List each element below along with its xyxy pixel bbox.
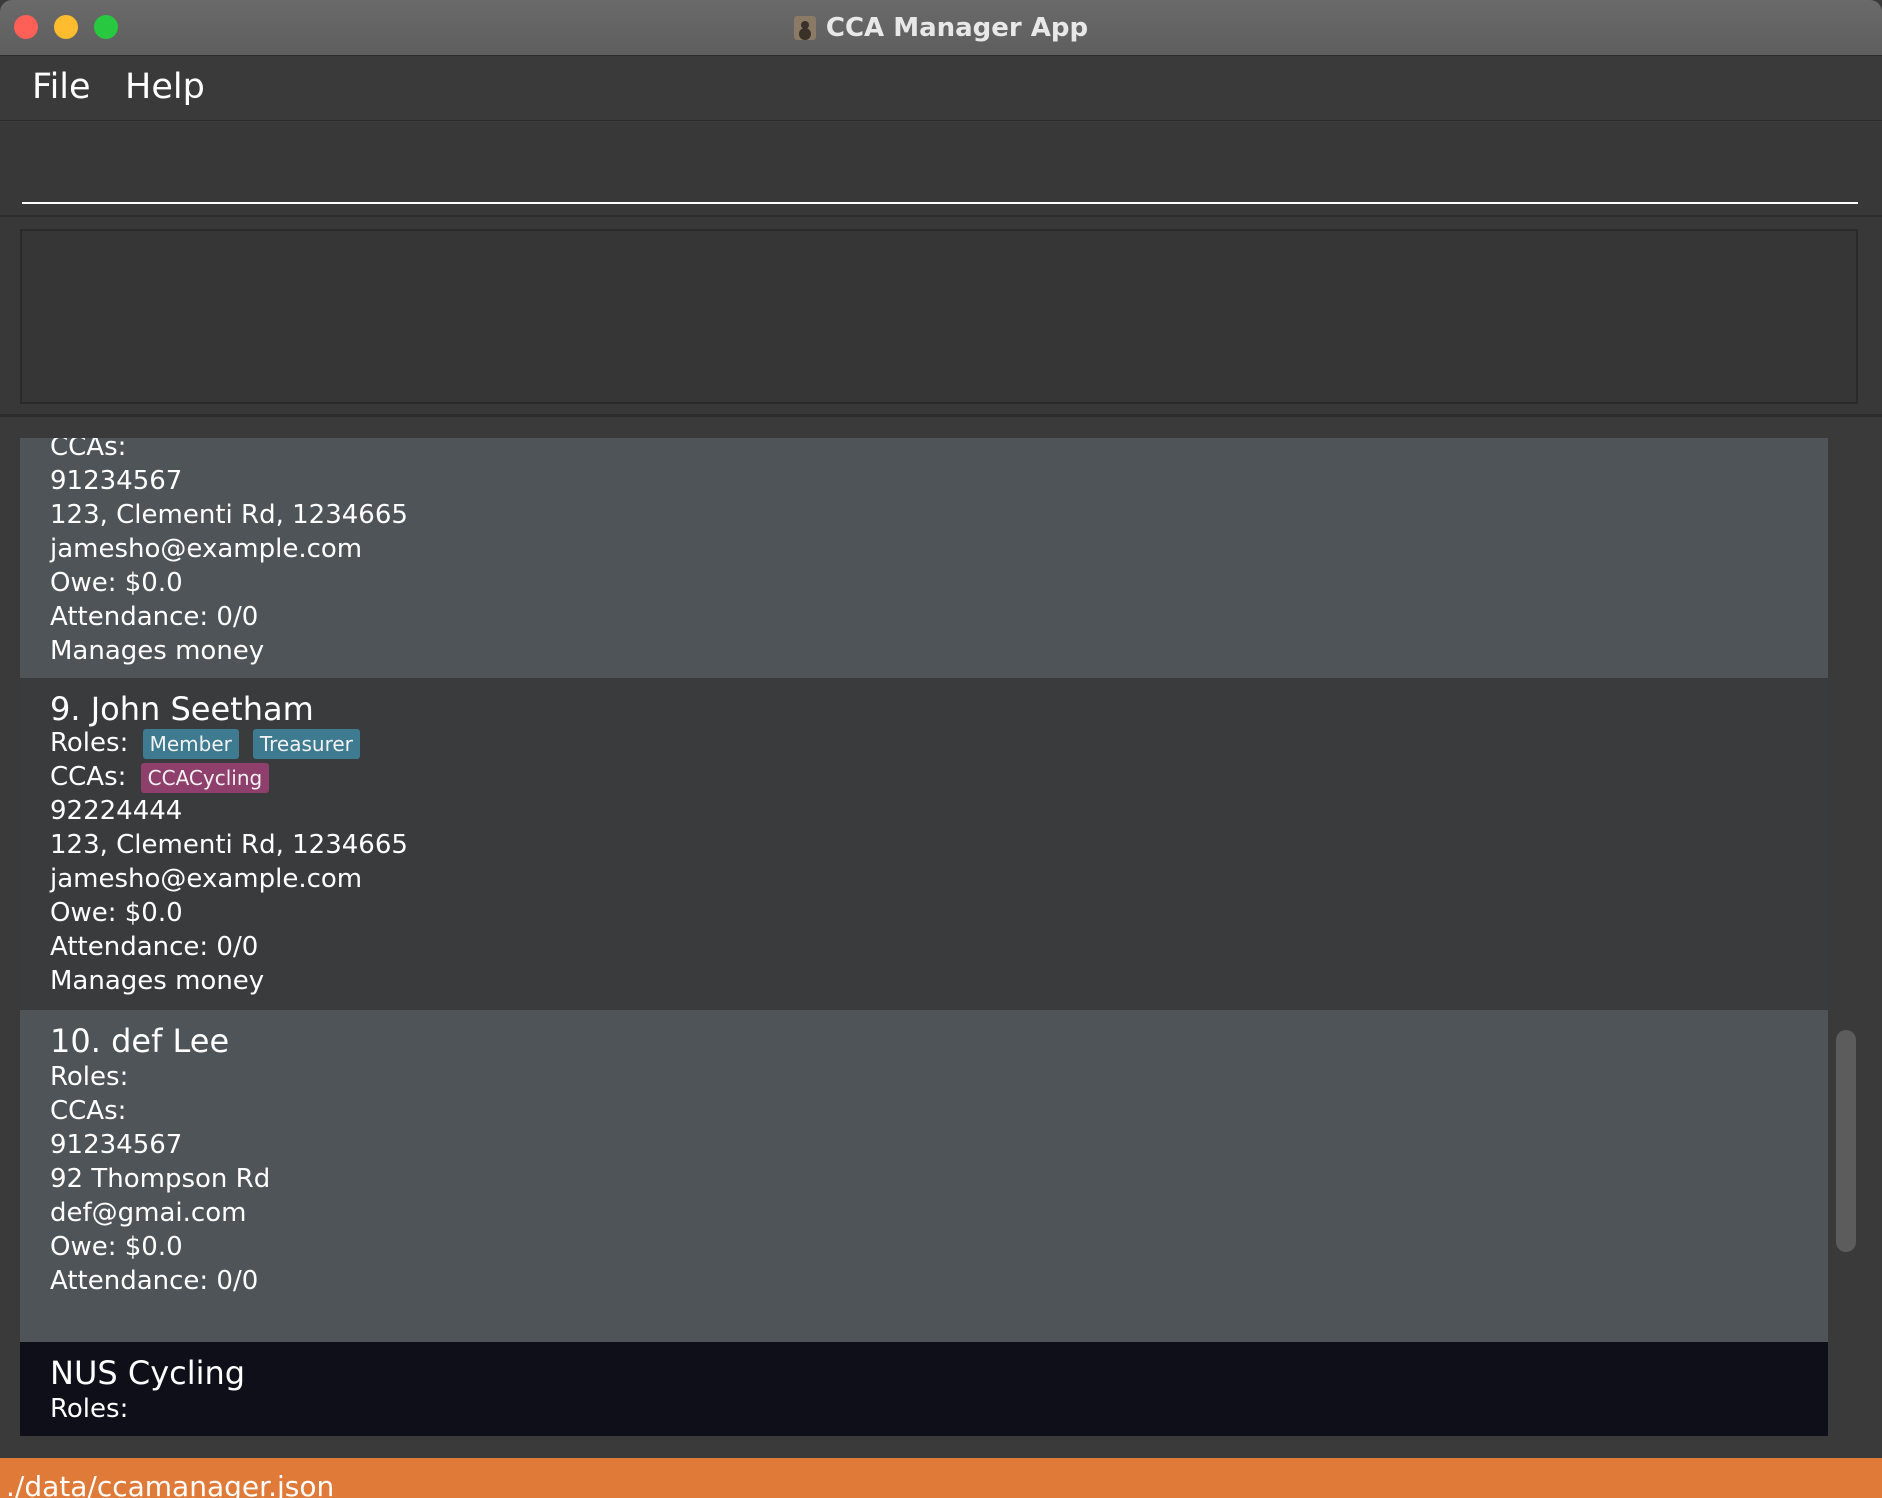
- ccas-label: CCAs:: [50, 1096, 127, 1126]
- roles-label: Roles:: [50, 728, 129, 758]
- person-list-scrollbar[interactable]: [1834, 438, 1860, 1436]
- cca-name: NUS Cycling: [50, 1354, 246, 1392]
- remark: Manages money: [50, 636, 265, 666]
- person-list-panel: CCAs: 91234567 123, Clementi Rd, 1234665…: [0, 420, 1882, 1458]
- cca-tag: CCACycling: [140, 762, 270, 793]
- app-icon: [793, 16, 816, 40]
- email: jamesho@example.com: [50, 864, 363, 894]
- roles-label: Roles:: [50, 1394, 129, 1424]
- ccas-row: CCAs: CCACycling: [50, 762, 270, 793]
- phone: 91234567: [50, 1130, 183, 1160]
- menu-bar: File Help: [0, 57, 1882, 121]
- title-bar: CCA Manager App: [0, 0, 1882, 56]
- ccas-label: CCAs:: [50, 762, 127, 792]
- window-title: CCA Manager App: [825, 13, 1089, 43]
- roles-row: Roles: Member Treasurer: [50, 728, 360, 759]
- menu-help[interactable]: Help: [125, 67, 205, 107]
- phone: 91234567: [50, 466, 183, 496]
- result-display: [20, 229, 1858, 404]
- window-title-group: CCA Manager App: [0, 0, 1882, 56]
- person-card[interactable]: CCAs: 91234567 123, Clementi Rd, 1234665…: [20, 438, 1828, 678]
- result-display-area: [0, 217, 1882, 417]
- person-card[interactable]: 10. def Lee Roles: CCAs: 91234567 92 Tho…: [20, 1010, 1828, 1342]
- owe: Owe: $0.0: [50, 898, 183, 928]
- scrollbar-thumb[interactable]: [1836, 1030, 1856, 1252]
- command-box: [0, 122, 1882, 217]
- email: def@gmai.com: [50, 1198, 247, 1228]
- menu-file[interactable]: File: [32, 67, 91, 107]
- attendance: Attendance: 0/0: [50, 602, 259, 632]
- status-bar: ./data/ccamanager.json: [0, 1458, 1882, 1498]
- role-tag: Member: [142, 728, 239, 759]
- remark: Manages money: [50, 966, 265, 996]
- address: 123, Clementi Rd, 1234665: [50, 500, 408, 530]
- email: jamesho@example.com: [50, 534, 363, 564]
- person-card[interactable]: 9. John Seetham Roles: Member Treasurer …: [20, 678, 1828, 1010]
- person-name: 9. John Seetham: [50, 690, 314, 728]
- data-file-path: ./data/ccamanager.json: [6, 1470, 335, 1498]
- phone: 92224444: [50, 796, 183, 826]
- owe: Owe: $0.0: [50, 568, 183, 598]
- owe: Owe: $0.0: [50, 1232, 183, 1262]
- person-list[interactable]: CCAs: 91234567 123, Clementi Rd, 1234665…: [20, 438, 1828, 1436]
- role-tag: Treasurer: [252, 728, 360, 759]
- address: 92 Thompson Rd: [50, 1164, 271, 1194]
- attendance: Attendance: 0/0: [50, 932, 259, 962]
- address: 123, Clementi Rd, 1234665: [50, 830, 408, 860]
- cca-card[interactable]: NUS Cycling Roles:: [20, 1342, 1828, 1436]
- command-input[interactable]: [22, 142, 1858, 204]
- attendance: Attendance: 0/0: [50, 1266, 259, 1296]
- ccas-label: CCAs:: [50, 438, 127, 462]
- person-name: 10. def Lee: [50, 1022, 230, 1060]
- roles-label: Roles:: [50, 1062, 129, 1092]
